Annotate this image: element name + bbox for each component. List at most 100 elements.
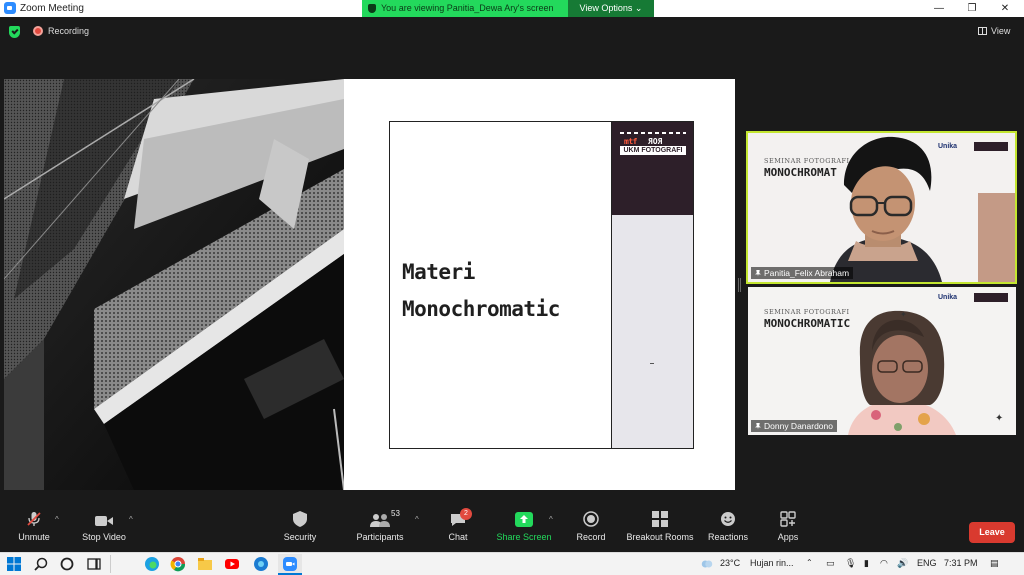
- notifications-icon[interactable]: ▤: [990, 558, 999, 569]
- ukm-mini-logo: [974, 142, 1008, 151]
- input-language[interactable]: ENG: [917, 558, 937, 568]
- security-button[interactable]: Security: [280, 511, 320, 542]
- share-options-caret[interactable]: ^: [549, 515, 553, 524]
- cortana-icon[interactable]: [59, 556, 75, 572]
- record-icon: [574, 511, 608, 527]
- svg-text:✦: ✦: [995, 413, 1003, 424]
- viewing-banner-text: You are viewing Panitia_Dewa Ary's scree…: [381, 3, 554, 13]
- weather-description[interactable]: Hujan rin...: [750, 558, 794, 568]
- logo-org-text: UKM FOTOGRAFI: [620, 146, 686, 155]
- unika-logo: Unika: [938, 143, 958, 150]
- participant-name: Panitia_Felix Abraham: [764, 268, 850, 278]
- pin-icon: [755, 269, 761, 277]
- ukm-fotografi-logo: mtf ROR UKM FOTOGRAFI: [620, 132, 686, 156]
- view-options-button[interactable]: View Options ⌄: [568, 0, 654, 17]
- video-tile-active-speaker[interactable]: SEMINAR FOTOGRAFI MONOCHROMAT Unika Pani…: [746, 131, 1017, 284]
- restore-button[interactable]: ❐: [955, 0, 989, 17]
- zoom-logo-icon: [4, 2, 16, 14]
- minimize-button[interactable]: —: [922, 0, 956, 17]
- chat-button[interactable]: 2 Chat: [442, 508, 474, 542]
- weather-icon[interactable]: [700, 557, 714, 571]
- view-options-label: View Options: [579, 3, 633, 13]
- search-icon[interactable]: [33, 556, 49, 572]
- edge-dev-icon[interactable]: [253, 556, 269, 572]
- zoom-app-icon: [283, 557, 297, 571]
- file-explorer-icon[interactable]: [197, 556, 213, 572]
- mic-muted-icon: [14, 511, 54, 527]
- reactions-button[interactable]: Reactions: [706, 511, 750, 542]
- title-bar: Zoom Meeting You are viewing Panitia_Dew…: [0, 0, 1024, 17]
- close-button[interactable]: ✕: [988, 0, 1022, 17]
- architecture-photo: [4, 79, 344, 490]
- panel-splitter-handle[interactable]: [738, 278, 741, 292]
- taskbar-clock[interactable]: 7:31 PM: [944, 558, 978, 568]
- participants-button[interactable]: 53 Participants: [352, 509, 408, 542]
- app-title: Zoom Meeting: [4, 2, 84, 14]
- chat-unread-badge: 2: [460, 508, 472, 520]
- record-dot-icon: [33, 26, 43, 36]
- windows-start-icon[interactable]: [6, 556, 22, 572]
- tray-caret-up-icon[interactable]: ⌃: [806, 558, 813, 567]
- task-view-icon[interactable]: [86, 556, 102, 572]
- breakout-rooms-label: Breakout Rooms: [626, 532, 694, 542]
- apps-label: Apps: [777, 532, 799, 542]
- chevron-down-icon: ⌄: [634, 3, 643, 13]
- participants-count: 53: [391, 509, 400, 518]
- chrome-browser-icon[interactable]: [170, 556, 186, 572]
- security-label: Security: [283, 532, 317, 542]
- share-screen-label: Share Screen: [496, 532, 552, 542]
- view-label: View: [991, 26, 1011, 36]
- slide-logo-panel: mtf ROR UKM FOTOGRAFI: [612, 122, 693, 215]
- record-button[interactable]: Record: [574, 511, 608, 542]
- bg-text-monochrome: MONOCHROMAT: [764, 166, 837, 179]
- participants-options-caret[interactable]: ^: [415, 515, 419, 524]
- zoom-window: Zoom Meeting You are viewing Panitia_Dew…: [0, 0, 1024, 575]
- logo-ror-text: ROR: [648, 137, 663, 146]
- microphone-icon[interactable]: 🎙: [845, 558, 856, 569]
- record-label: Record: [576, 532, 606, 542]
- breakout-rooms-icon: [626, 511, 694, 527]
- chat-label: Chat: [448, 532, 468, 542]
- encryption-shield-icon[interactable]: [9, 26, 20, 38]
- slide-dash: [650, 363, 654, 364]
- logo-mtf-text: mtf: [624, 137, 637, 146]
- view-button[interactable]: View: [978, 26, 1010, 36]
- bg-text-seminar: SEMINAR FOTOGRAFI: [764, 308, 850, 316]
- svg-text:✦: ✦: [900, 310, 907, 319]
- zoom-taskbar-active[interactable]: [278, 554, 302, 575]
- wifi-icon[interactable]: ◠: [880, 558, 888, 569]
- meeting-toolbar: Unmute ^ Stop Video ^ Security 53 Partic…: [0, 505, 1024, 551]
- unmute-button[interactable]: Unmute: [14, 511, 54, 542]
- slide-title-line2: Monochromatic: [402, 297, 560, 321]
- building-image: [4, 79, 344, 490]
- window-title: Zoom Meeting: [20, 2, 84, 14]
- shared-screen[interactable]: mtf ROR UKM FOTOGRAFI Materi Monochromat…: [4, 79, 735, 490]
- video-options-caret[interactable]: ^: [129, 515, 133, 524]
- volume-icon[interactable]: 🔊: [897, 558, 908, 569]
- battery-icon[interactable]: ▮: [864, 558, 869, 569]
- bg-text-monochrome: MONOCHROMATIC: [764, 317, 851, 330]
- tray-display-icon[interactable]: ▭: [826, 558, 835, 569]
- recording-indicator[interactable]: Recording: [33, 26, 89, 36]
- youtube-icon[interactable]: [224, 556, 240, 572]
- viewing-banner: You are viewing Panitia_Dewa Ary's scree…: [362, 0, 568, 17]
- participants-label: Participants: [356, 532, 404, 542]
- apps-icon: [772, 511, 804, 527]
- video-camera-icon: [78, 511, 130, 527]
- share-screen-button[interactable]: Share Screen: [496, 511, 552, 542]
- breakout-rooms-button[interactable]: Breakout Rooms: [626, 511, 694, 542]
- chat-bubble-icon: 2: [442, 508, 474, 527]
- weather-temperature[interactable]: 23°C: [720, 558, 740, 568]
- apps-button[interactable]: Apps: [772, 511, 804, 542]
- edge-browser-icon[interactable]: [144, 556, 160, 572]
- grid-icon: [978, 27, 987, 35]
- recording-label: Recording: [48, 26, 90, 36]
- audio-options-caret[interactable]: ^: [55, 515, 59, 524]
- stop-video-button[interactable]: Stop Video: [78, 511, 130, 542]
- logo-film-stripe: [620, 132, 686, 134]
- leave-button[interactable]: Leave: [969, 522, 1015, 543]
- participant-name: Donny Danardono: [764, 421, 833, 431]
- slide-title: Materi Monochromatic: [402, 254, 560, 328]
- shield-icon: [368, 4, 376, 13]
- video-tile-participant[interactable]: ✦ ✦ SEMINAR FOTOGRAFI MONOCHROMATIC Unik…: [748, 287, 1016, 435]
